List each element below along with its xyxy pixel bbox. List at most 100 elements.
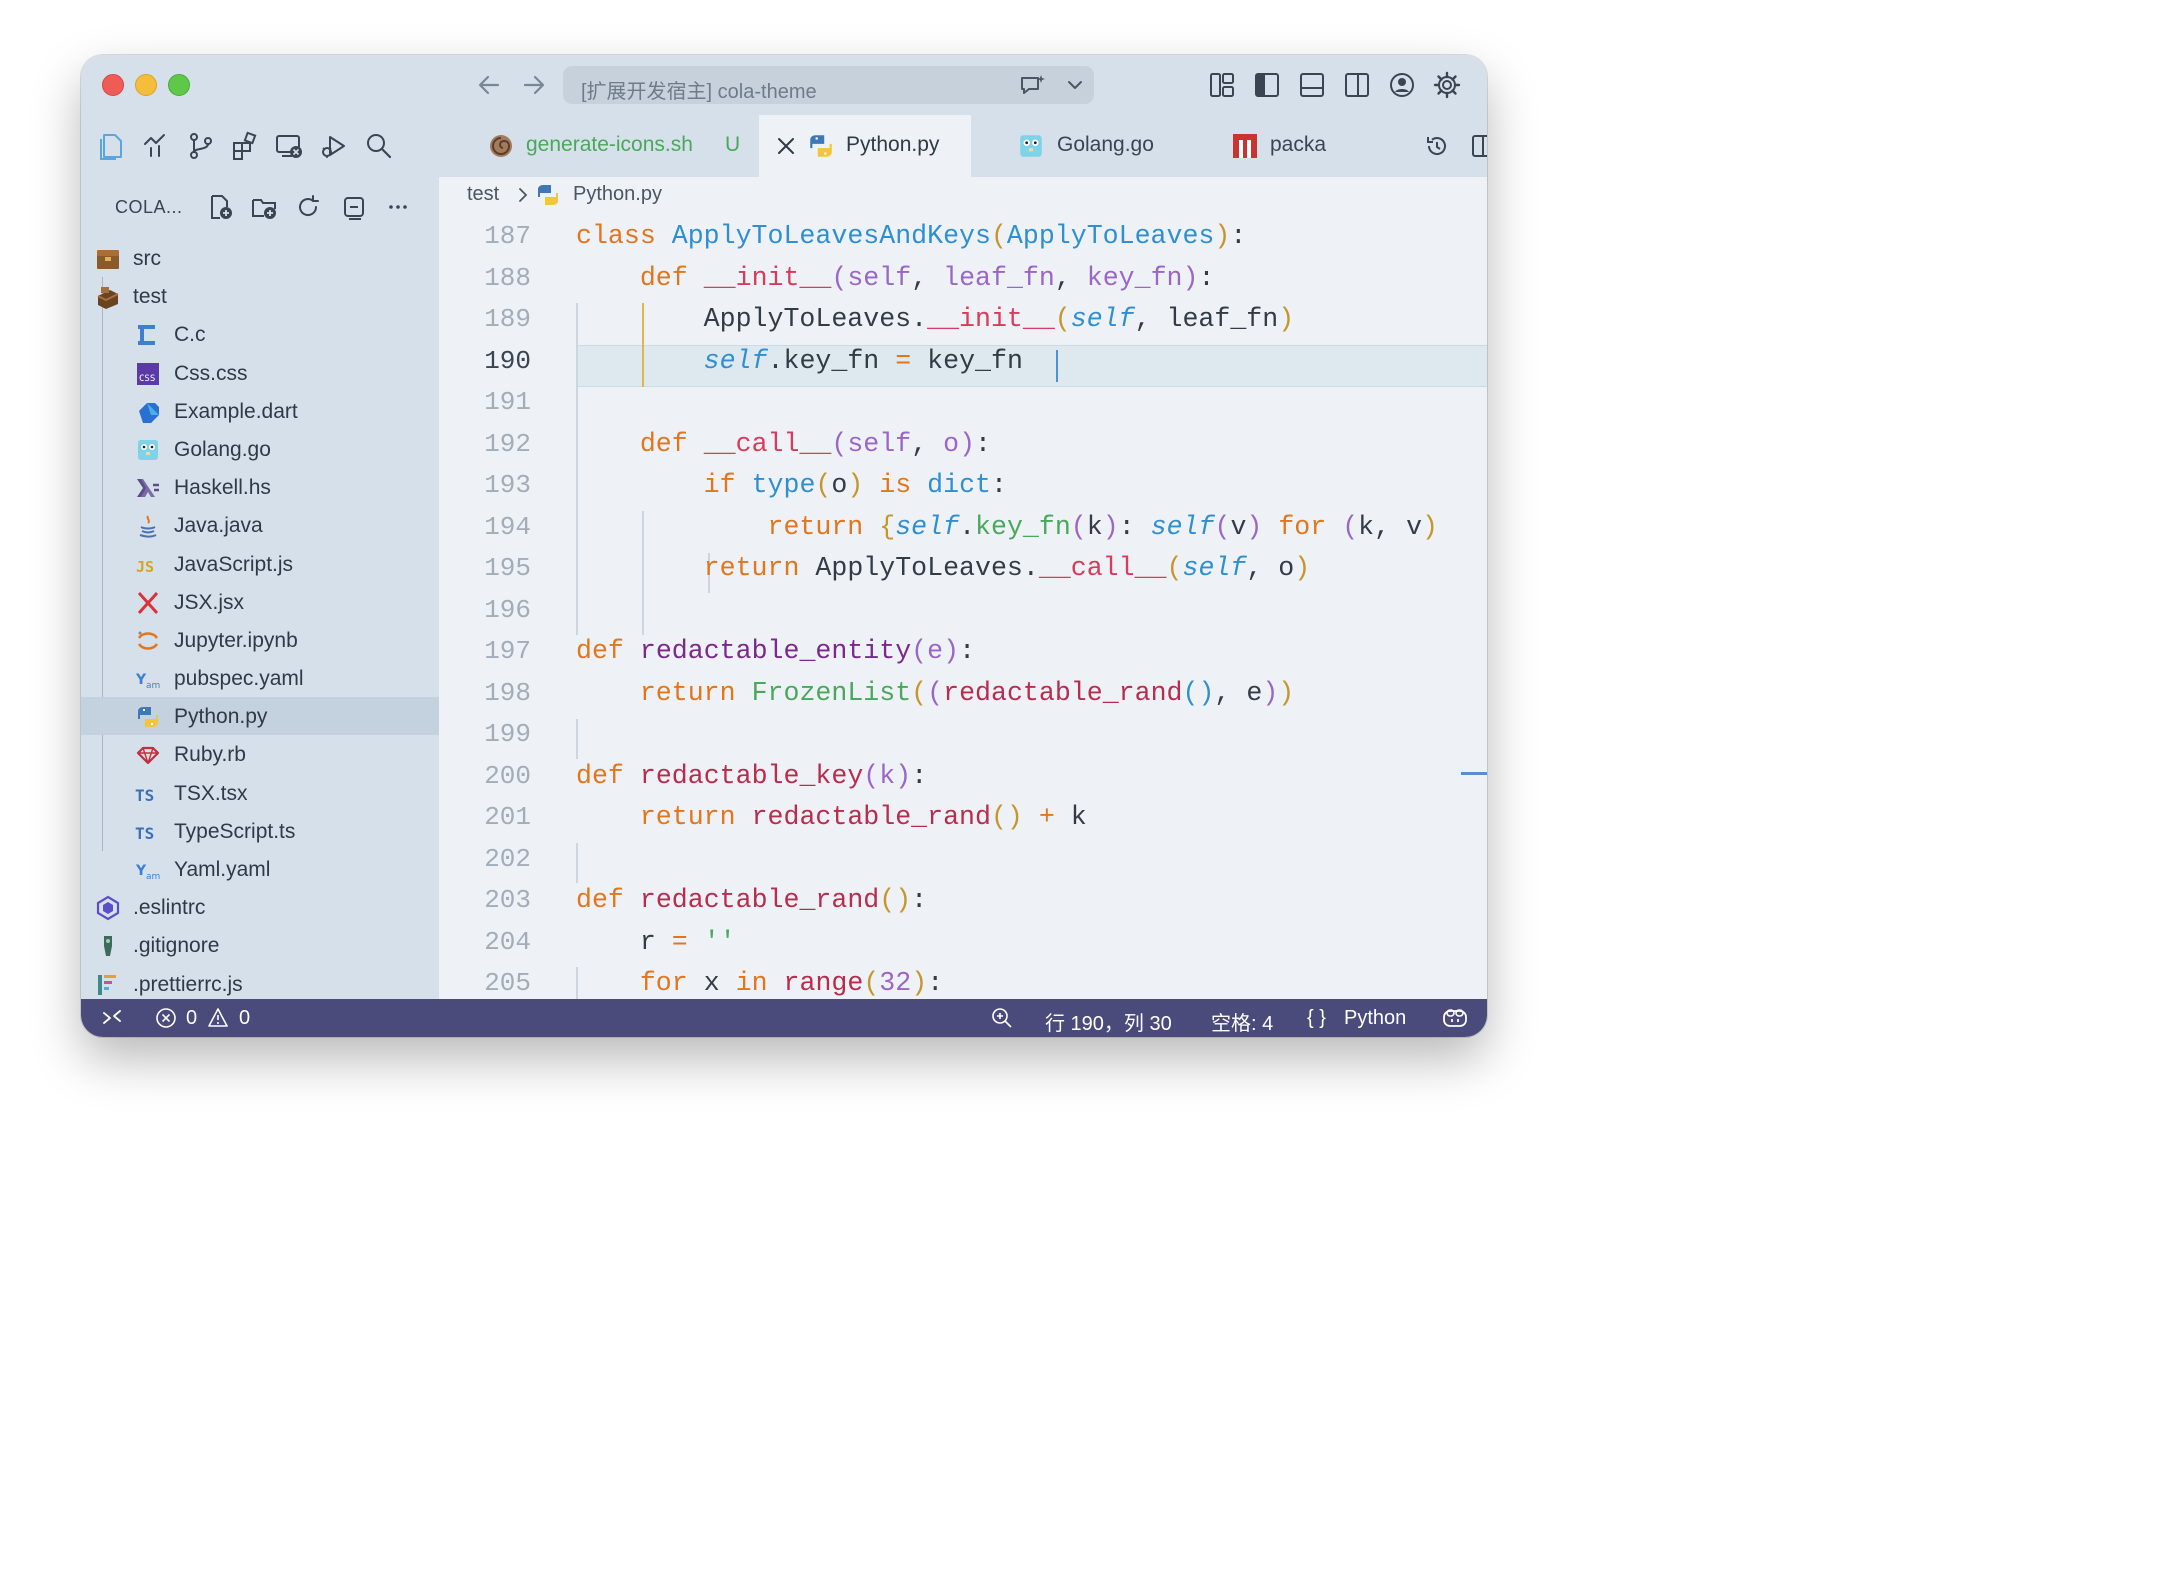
yaml-file-icon: Yaml bbox=[135, 666, 163, 692]
tree-item-label: Jupyter.ipynb bbox=[174, 628, 298, 652]
tree-item-haskell[interactable]: Haskell.hs bbox=[81, 468, 439, 506]
haskell-file-icon bbox=[135, 475, 161, 501]
indentation-spaces[interactable]: 空格: 4 bbox=[1211, 1007, 1273, 1036]
tree-item-yaml[interactable]: Yaml Yaml.yaml bbox=[81, 850, 439, 888]
tree-item-c[interactable]: C.c bbox=[81, 315, 439, 353]
line-number: 203 bbox=[484, 885, 531, 915]
breadcrumb: test Python.py bbox=[439, 177, 1487, 217]
explorer-sidebar: COLA... src test C.c CSS Css.css Example… bbox=[81, 177, 439, 999]
tree-item-label: test bbox=[133, 285, 167, 309]
split-editor-icon[interactable] bbox=[1469, 132, 1487, 160]
tree-item-label: C.c bbox=[174, 323, 206, 347]
shell-file-icon bbox=[487, 132, 515, 160]
line-number: 204 bbox=[484, 927, 531, 957]
code-editor[interactable]: 187 188 189 190 191 192 193 194 195 196 197 198 199 2… bbox=[439, 217, 1487, 999]
settings-gear-icon[interactable] bbox=[1432, 70, 1462, 100]
tree-item-jupyter[interactable]: Jupyter.ipynb bbox=[81, 621, 439, 659]
new-file-icon[interactable] bbox=[205, 192, 235, 222]
zoom-icon[interactable] bbox=[991, 1007, 1013, 1029]
breadcrumb-folder[interactable]: test bbox=[467, 183, 499, 206]
folder-test-icon bbox=[95, 284, 121, 310]
tree-item-src[interactable]: src bbox=[81, 239, 439, 277]
code-line: def redactable_entity(e): bbox=[576, 636, 976, 666]
cursor-position[interactable]: 行 190，列 30 bbox=[1045, 1007, 1172, 1036]
toggle-panel-icon[interactable] bbox=[1297, 70, 1327, 100]
title-bar: [扩展开发宿主] cola-theme bbox=[81, 55, 1487, 115]
line-number: 200 bbox=[484, 761, 531, 791]
tree-item-eslintrc[interactable]: .eslintrc bbox=[81, 888, 439, 926]
error-icon[interactable] bbox=[155, 1007, 177, 1029]
forward-arrow-icon[interactable] bbox=[517, 69, 551, 101]
go-file-icon bbox=[135, 437, 161, 463]
close-window-button[interactable] bbox=[102, 74, 124, 96]
close-icon[interactable] bbox=[773, 133, 799, 159]
folder-src-icon bbox=[95, 246, 121, 272]
timeline-icon[interactable] bbox=[139, 130, 171, 162]
tree-item-label: Css.css bbox=[174, 361, 248, 385]
tab-golang[interactable]: Golang.go bbox=[971, 115, 1183, 177]
maximize-window-button[interactable] bbox=[168, 74, 190, 96]
tree-item-ruby[interactable]: Ruby.rb bbox=[81, 735, 439, 773]
source-control-icon[interactable] bbox=[185, 130, 217, 162]
search-icon[interactable] bbox=[363, 130, 395, 162]
toggle-secondary-sidebar-icon[interactable] bbox=[1342, 70, 1372, 100]
remote-explorer-icon[interactable] bbox=[273, 130, 305, 162]
toggle-primary-sidebar-icon[interactable] bbox=[1252, 70, 1282, 100]
timeline-history-icon[interactable] bbox=[1423, 132, 1451, 160]
language-mode[interactable]: Python bbox=[1344, 1007, 1406, 1030]
back-arrow-icon[interactable] bbox=[472, 69, 506, 101]
error-count[interactable]: 0 bbox=[186, 1007, 197, 1030]
warning-icon[interactable] bbox=[207, 1007, 229, 1029]
run-debug-icon[interactable] bbox=[318, 130, 350, 162]
tree-item-label: Python.py bbox=[174, 705, 268, 729]
tree-item-python[interactable]: Python.py bbox=[81, 697, 439, 736]
line-number: 194 bbox=[484, 512, 531, 542]
tab-label: packa bbox=[1270, 133, 1327, 156]
copilot-chat-icon[interactable] bbox=[1018, 72, 1048, 98]
line-number: 202 bbox=[484, 844, 531, 874]
svg-text:aml: aml bbox=[146, 872, 161, 882]
new-folder-icon[interactable] bbox=[249, 192, 279, 222]
tree-item-jsx[interactable]: JSX.jsx bbox=[81, 583, 439, 621]
line-number: 199 bbox=[484, 719, 531, 749]
remote-indicator-icon[interactable] bbox=[101, 1007, 123, 1029]
code-line: r = '' bbox=[639, 927, 736, 957]
tab-python[interactable]: Python.py bbox=[759, 115, 971, 177]
tree-item-label: src bbox=[133, 247, 161, 270]
tab-package[interactable]: packa bbox=[1183, 115, 1333, 177]
tree-item-dart[interactable]: Example.dart bbox=[81, 392, 439, 430]
tab-generate-icons[interactable]: generate-icons.sh U bbox=[439, 115, 759, 177]
line-number: 193 bbox=[484, 470, 531, 500]
tree-item-javascript[interactable]: JS JavaScript.js bbox=[81, 545, 439, 583]
refresh-icon[interactable] bbox=[293, 192, 323, 222]
npm-file-icon bbox=[1231, 132, 1259, 160]
tree-item-java[interactable]: Java.java bbox=[81, 506, 439, 544]
command-center-search[interactable]: [扩展开发宿主] cola-theme bbox=[563, 66, 1094, 104]
breadcrumb-file[interactable]: Python.py bbox=[573, 183, 662, 206]
tree-item-tsx[interactable]: TS TSX.tsx bbox=[81, 774, 439, 812]
minimize-window-button[interactable] bbox=[135, 74, 157, 96]
status-bar: 0 0 行 190，列 30 空格: 4 { } Python bbox=[81, 999, 1487, 1037]
tree-item-css[interactable]: CSS Css.css bbox=[81, 354, 439, 392]
explorer-files-icon[interactable] bbox=[95, 130, 127, 162]
code-line: self.key_fn = key_fn bbox=[703, 346, 1023, 376]
line-number: 205 bbox=[484, 968, 531, 998]
tab-label: generate-icons.sh bbox=[526, 133, 693, 156]
tree-item-typescript[interactable]: TS TypeScript.ts bbox=[81, 812, 439, 850]
more-actions-icon[interactable] bbox=[383, 192, 413, 222]
tree-item-golang[interactable]: Golang.go bbox=[81, 430, 439, 468]
warning-count[interactable]: 0 bbox=[239, 1007, 250, 1030]
editor-tabs: generate-icons.sh U Python.py Golang.go … bbox=[439, 115, 1487, 177]
extensions-icon[interactable] bbox=[229, 130, 261, 162]
tree-item-test[interactable]: test bbox=[81, 277, 439, 315]
tree-item-gitignore[interactable]: .gitignore bbox=[81, 926, 439, 964]
collapse-all-icon[interactable] bbox=[339, 192, 369, 222]
ruby-file-icon bbox=[135, 742, 161, 768]
text-cursor bbox=[1056, 350, 1058, 382]
customize-layout-icon[interactable] bbox=[1207, 70, 1237, 100]
account-icon[interactable] bbox=[1387, 70, 1417, 100]
tree-item-pubspec[interactable]: Yaml pubspec.yaml bbox=[81, 659, 439, 697]
copilot-icon[interactable] bbox=[1441, 1007, 1469, 1029]
chevron-down-icon[interactable] bbox=[1063, 72, 1087, 98]
tree-item-prettierrc[interactable]: .prettierrc.js bbox=[81, 965, 439, 1003]
